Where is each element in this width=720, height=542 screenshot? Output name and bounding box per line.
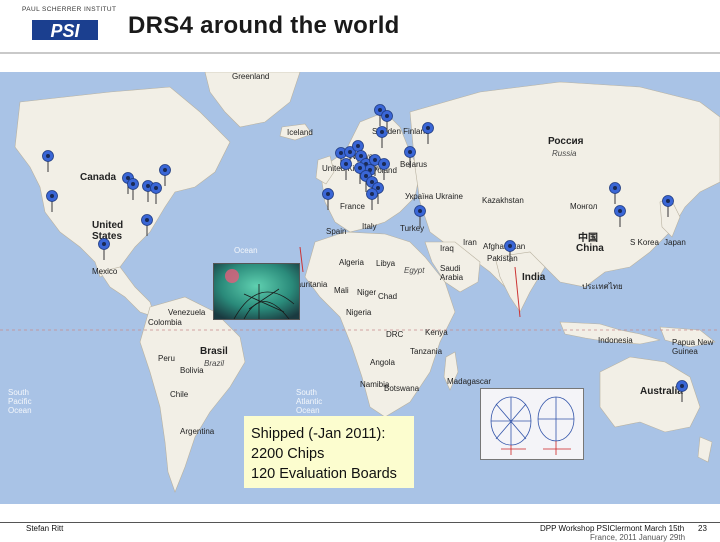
page-number: 23 [698,524,707,533]
label-mexico: Mexico [92,267,118,276]
detector-diagram-inset [480,388,584,460]
shipped-line-1: Shipped (-Jan 2011): [251,426,386,442]
map-pin-icon[interactable] [141,214,153,236]
label-iraq: Iraq [440,244,454,253]
label-ocean: Ocean [234,246,258,255]
label-indonesia: Indonesia [598,336,633,345]
label-ukraine: Україна Ukraine [405,192,463,201]
label-iran: Iran [463,238,477,247]
callout-line-europe [299,246,304,273]
label-peru: Peru [158,354,175,363]
label-mongolia: Монгол [570,202,598,211]
map-pin-icon[interactable] [504,240,516,262]
psi-logo-mark: PSI [22,20,108,41]
map-pin-icon[interactable] [404,146,416,168]
psi-logo: PAUL SCHERRER INSTITUT PSI [22,6,117,44]
label-greenland: Greenland [232,72,270,81]
map-pin-icon[interactable] [46,190,58,212]
logo-institute-text: PAUL SCHERRER INSTITUT [22,6,117,13]
label-china: China [576,243,604,254]
label-skorea: S Korea [630,238,659,247]
label-brazil: Brasil [200,346,228,357]
label-niger: Niger [357,288,377,297]
map-pin-icon[interactable] [414,205,426,227]
label-iceland: Iceland [287,128,313,137]
label-russia: Россия [548,136,584,147]
label-colombia: Colombia [148,318,182,327]
label-chile: Chile [170,390,189,399]
label-brazil-latin: Brazil [204,359,225,368]
label-egypt: Egypt [404,266,425,275]
map-pin-icon[interactable] [366,188,378,210]
label-bolivia: Bolivia [180,366,204,375]
footer-author: Stefan Ritt [26,524,64,533]
map-pin-icon[interactable] [676,380,688,402]
map-pin-icon[interactable] [381,110,393,132]
label-venezuela: Venezuela [168,308,206,317]
map-pin-icon[interactable] [614,205,626,227]
label-japan: Japan [664,238,686,247]
new-zealand-shape [697,436,713,463]
label-mali: Mali [334,286,349,295]
label-chad: Chad [378,292,398,301]
map-pin-icon[interactable] [98,238,110,260]
label-algeria: Algeria [339,258,364,267]
label-france: France [340,202,365,211]
map-pin-icon[interactable] [662,195,674,217]
shipped-line-3: 120 Evaluation Boards [251,466,397,482]
map-pin-icon[interactable] [42,150,54,172]
label-china-local: 中国 [578,233,598,244]
label-canada: Canada [80,172,117,183]
label-italy: Italy [362,222,377,231]
telescope-photo-inset [213,263,300,320]
footer-event: DPP Workshop PSIClermont March 15th [540,524,685,533]
label-nigeria: Nigeria [346,308,372,317]
label-angola: Angola [370,358,395,367]
label-congo: DRC [386,330,404,339]
label-india: India [522,272,546,283]
label-png: Papua New Guinea [672,338,714,356]
header-divider [0,52,720,54]
label-kenya: Kenya [425,328,448,337]
shipped-summary-box: Shipped (-Jan 2011): 2200 Chips 120 Eval… [244,416,414,488]
label-kazakhstan: Kazakhstan [482,196,524,205]
label-south-pacific: South Pacific Ocean [8,388,32,415]
logo-psi-letters: PSI [50,21,80,41]
map-pin-icon[interactable] [159,164,171,186]
label-saudi: Saudi Arabia [440,264,464,282]
footer-event-2: France, 2011 January 29th [590,533,686,542]
map-pin-icon[interactable] [127,178,139,200]
label-spain: Spain [326,227,347,236]
label-botswana: Botswana [384,384,420,393]
label-south-atlantic: South Atlantic Ocean [296,388,323,415]
map-pin-icon[interactable] [340,158,352,180]
map-pin-icon[interactable] [422,122,434,144]
map-pin-icon[interactable] [322,188,334,210]
label-libya: Libya [376,259,396,268]
label-tanzania: Tanzania [410,347,443,356]
label-russia-latin: Russia [552,149,577,158]
map-pin-icon[interactable] [609,182,621,204]
shipped-line-2: 2200 Chips [251,446,325,462]
label-madagascar: Madagascar [447,377,492,386]
footer-divider [0,522,720,523]
label-argentina: Argentina [180,427,215,436]
map-pin-icon[interactable] [378,158,390,180]
page-title: DRS4 around the world [128,12,400,39]
label-thailand: ประเทศไทย [582,282,623,291]
